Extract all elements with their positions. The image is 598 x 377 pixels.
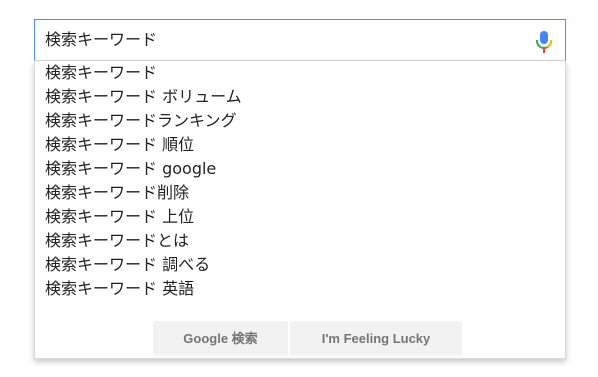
suggestion-item[interactable]: 検索キーワード 順位	[45, 133, 242, 157]
suggestion-item[interactable]: 検索キーワード google	[45, 157, 242, 181]
suggestion-item[interactable]: 検索キーワード削除	[45, 181, 242, 205]
suggestion-list: 検索キーワード 検索キーワード ボリューム 検索キーワードランキング 検索キーワ…	[45, 61, 242, 301]
feeling-lucky-button[interactable]: I'm Feeling Lucky	[290, 321, 462, 355]
suggestion-item[interactable]: 検索キーワード	[45, 61, 242, 85]
suggestion-item[interactable]: 検索キーワード 調べる	[45, 253, 242, 277]
google-search-button[interactable]: Google 検索	[153, 321, 288, 355]
suggestion-item[interactable]: 検索キーワード 上位	[45, 205, 242, 229]
suggestion-item[interactable]: 検索キーワード ボリューム	[45, 85, 242, 109]
suggestion-item[interactable]: 検索キーワードランキング	[45, 109, 242, 133]
button-row: Google 検索 I'm Feeling Lucky	[153, 321, 462, 355]
suggestion-item[interactable]: 検索キーワード 英語	[45, 277, 242, 301]
suggestion-item[interactable]: 検索キーワードとは	[45, 229, 242, 253]
search-box[interactable]: 検索キーワード	[34, 19, 566, 61]
microphone-icon[interactable]	[535, 30, 553, 54]
autocomplete-dropdown: 検索キーワード 検索キーワード ボリューム 検索キーワードランキング 検索キーワ…	[34, 61, 566, 359]
search-input[interactable]: 検索キーワード	[45, 20, 157, 60]
